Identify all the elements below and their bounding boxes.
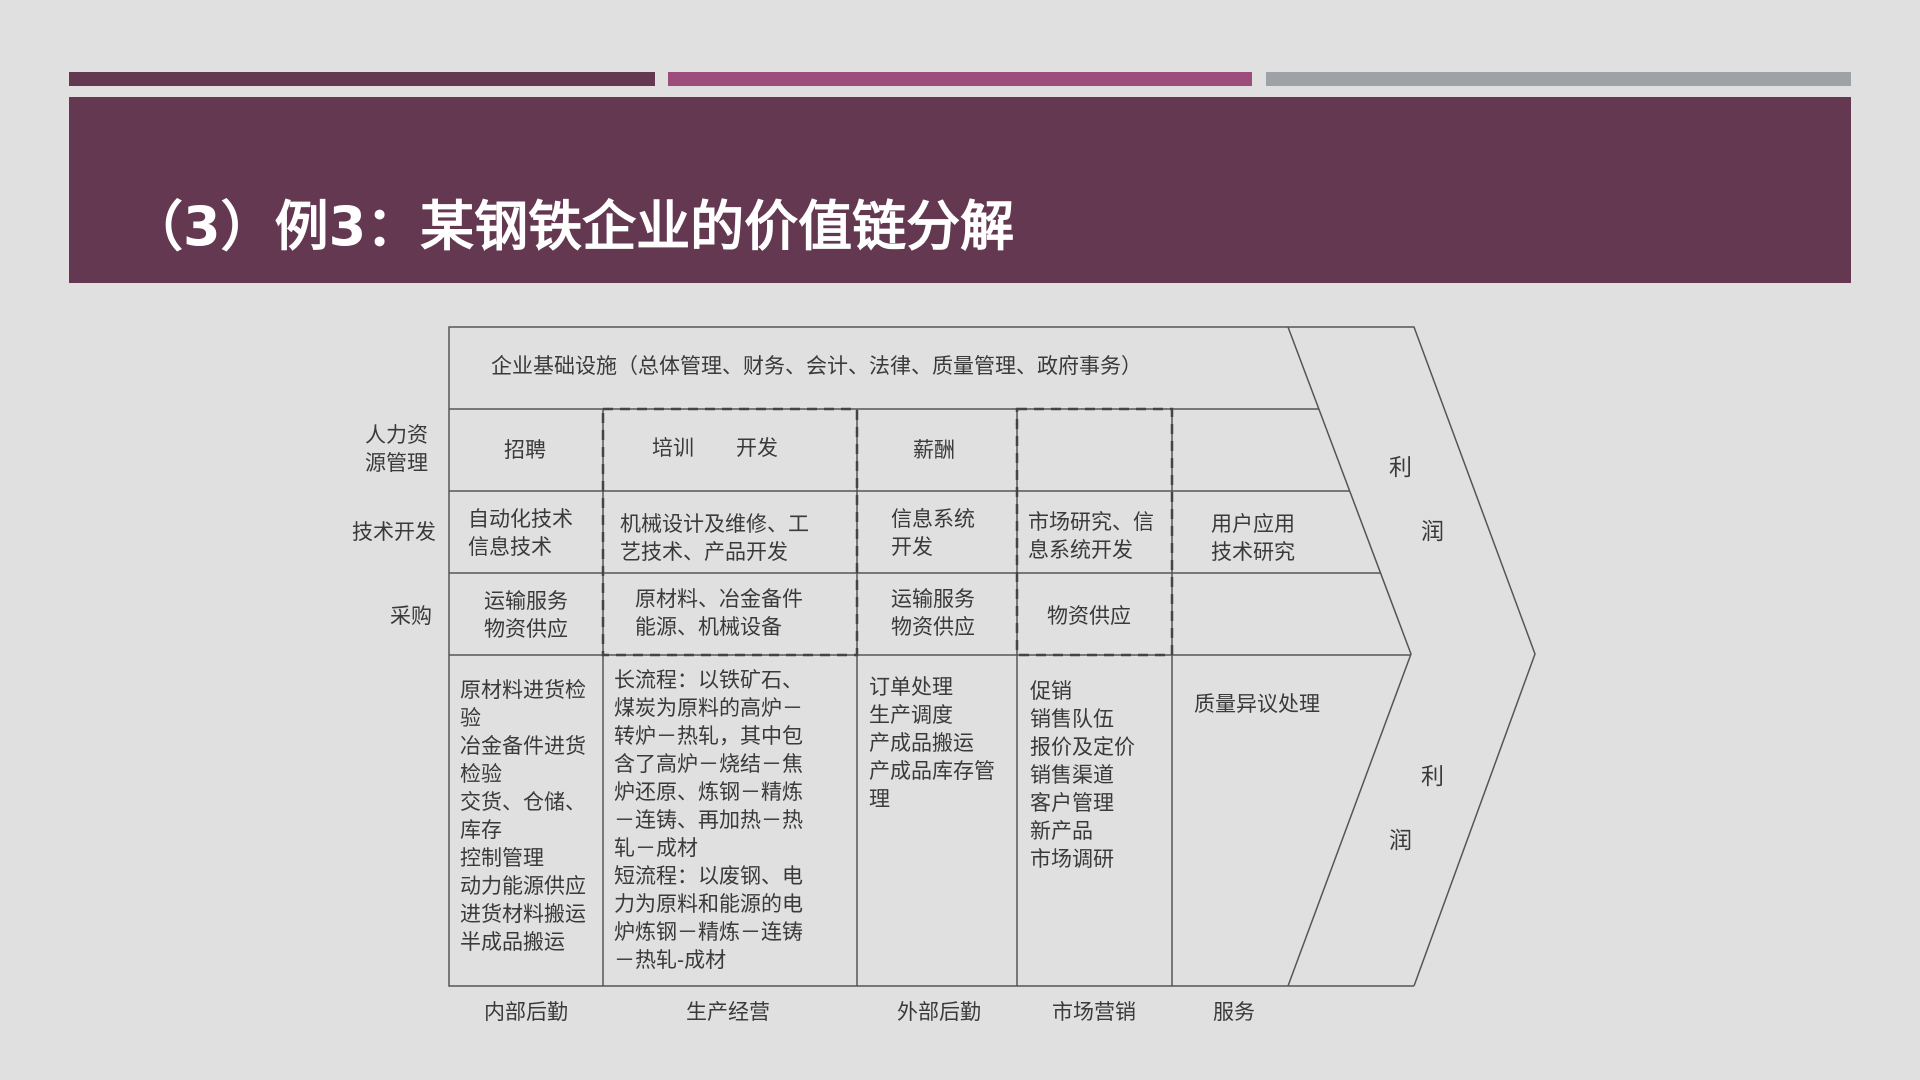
bottom-label-operations: 生产经营 [686, 1000, 770, 1024]
tech-cell-logistics: 自动化技术 信息技术 [468, 507, 573, 559]
primary-operations: 长流程：以铁矿石、 煤炭为原料的高炉－ 转炉－热轧，其中包 含了高炉－烧结－焦 … [614, 668, 803, 972]
tech-cell-service: 用户应用 技术研究 [1211, 512, 1295, 564]
bottom-label-service: 服务 [1213, 1000, 1255, 1024]
margin-upper-char-2: 润 [1421, 519, 1444, 545]
infrastructure-cell: 企业基础设施（总体管理、财务、会计、法律、质量管理、政府事务） [491, 354, 1142, 378]
margin-lower-char-2: 润 [1389, 828, 1412, 854]
procurement-cell-logistics: 运输服务 物资供应 [484, 589, 568, 641]
tech-cell-outbound: 信息系统 开发 [891, 507, 975, 559]
primary-outbound-logistics: 订单处理 生产调度 产成品搬运 产成品库存管 理 [869, 675, 995, 811]
margin-lower-char-1: 利 [1421, 764, 1444, 790]
margin-upper-char-1: 利 [1389, 455, 1412, 481]
row-label-procurement: 采购 [390, 604, 432, 628]
procurement-cell-marketing: 物资供应 [1047, 604, 1131, 628]
hr-cell-recruit: 招聘 [504, 438, 546, 462]
bottom-label-inbound: 内部后勤 [484, 1000, 568, 1024]
primary-inbound-logistics: 原材料进货检 验 冶金备件进货 检验 交货、仓储、 库存 控制管理 动力能源供应… [460, 678, 586, 954]
procurement-cell-outbound: 运输服务 物资供应 [891, 587, 975, 639]
primary-marketing-sales: 促销 销售队伍 报价及定价 销售渠道 客户管理 新产品 市场调研 [1030, 679, 1135, 871]
tech-cell-marketing: 市场研究、信 息系统开发 [1028, 510, 1154, 562]
hr-cell-training: 培训 开发 [652, 436, 778, 460]
bottom-label-marketing: 市场营销 [1052, 1000, 1136, 1024]
hr-cell-pay: 薪酬 [913, 438, 955, 462]
procurement-cell-operations: 原材料、冶金备件 能源、机械设备 [635, 587, 803, 639]
tech-cell-operations: 机械设计及维修、工 艺技术、产品开发 [620, 512, 809, 564]
chain-outer-outline [448, 326, 1414, 987]
chain-arrow-inner [1287, 326, 1412, 987]
primary-service: 质量异议处理 [1194, 692, 1320, 716]
bottom-label-outbound: 外部后勤 [897, 1000, 981, 1024]
row-label-tech: 技术开发 [352, 520, 436, 544]
row-label-hr: 人力资 源管理 [365, 423, 428, 475]
slide: （3）例3：某钢铁企业的价值链分解 企业基础设施（总体管理、财务、会计、法律、质… [0, 0, 1920, 1080]
